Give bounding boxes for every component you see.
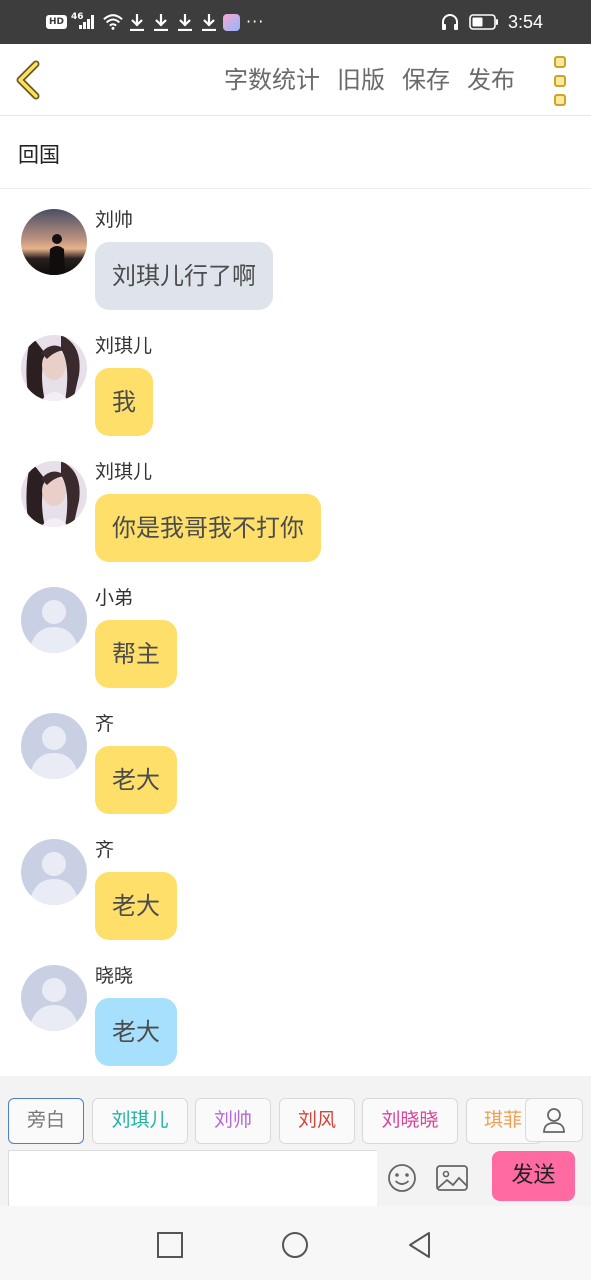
user-icon [543, 1108, 565, 1133]
app-notification-icon [223, 13, 241, 31]
default-user-icon [21, 713, 87, 779]
more-notifications-icon: ··· [246, 12, 265, 31]
system-nav-bar [0, 1206, 591, 1280]
battery-icon [468, 12, 500, 32]
composer: 发送 [0, 1148, 591, 1206]
image-icon [436, 1165, 468, 1191]
message-bubble[interactable]: 老大 [95, 746, 177, 814]
avatar[interactable] [21, 587, 87, 653]
publish-button[interactable]: 发布 [467, 60, 515, 100]
headphones-icon [440, 12, 460, 32]
more-dot-icon [554, 75, 566, 87]
image-button[interactable] [435, 1162, 469, 1194]
more-dot-icon [554, 56, 566, 68]
character-tag[interactable]: 刘晓晓 [362, 1098, 458, 1144]
message-bubble[interactable]: 刘琪儿行了啊 [95, 242, 273, 310]
sender-name: 刘帅 [95, 209, 134, 231]
character-tag-narrator[interactable]: 旁白 [8, 1098, 84, 1144]
message-bubble[interactable]: 老大 [95, 872, 177, 940]
editor-header: 字数统计 旧版 保存 发布 [0, 44, 591, 116]
avatar[interactable] [21, 335, 87, 401]
cellular-signal-icon: 46 [71, 12, 99, 32]
triangle-back-icon [409, 1232, 430, 1258]
message-bubble[interactable]: 我 [95, 368, 153, 436]
emoji-button[interactable] [386, 1162, 418, 1194]
download-icon [151, 12, 171, 32]
sender-name: 晓晓 [95, 965, 134, 987]
character-selector: 旁白 刘琪儿 刘帅 刘风 刘晓晓 琪菲 [0, 1076, 591, 1148]
chevron-left-icon [16, 60, 40, 100]
status-icons-left: HD 46 ··· [46, 10, 264, 34]
smiley-icon [388, 1164, 416, 1192]
avatar[interactable] [21, 965, 87, 1031]
old-version-button[interactable]: 旧版 [337, 60, 385, 100]
message-bubble[interactable]: 帮主 [95, 620, 177, 688]
hd-badge: HD [46, 15, 68, 29]
message-input[interactable] [8, 1150, 377, 1206]
word-count-button[interactable]: 字数统计 [224, 60, 320, 100]
more-dot-icon [554, 94, 566, 106]
avatar[interactable] [21, 461, 87, 527]
sender-name: 刘琪儿 [95, 461, 153, 483]
sender-name: 刘琪儿 [95, 335, 153, 357]
character-tag[interactable]: 刘风 [279, 1098, 355, 1144]
recents-button[interactable] [155, 1230, 185, 1260]
default-user-icon [21, 965, 87, 1031]
home-button[interactable] [280, 1230, 310, 1260]
back-nav-button[interactable] [405, 1230, 435, 1260]
sender-name: 齐 [95, 713, 115, 735]
square-icon [157, 1232, 183, 1258]
message-bubble[interactable]: 你是我哥我不打你 [95, 494, 321, 562]
header-actions: 字数统计 旧版 保存 发布 [224, 60, 515, 100]
avatar[interactable] [21, 713, 87, 779]
download-icon [175, 12, 195, 32]
story-title: 回国 [18, 143, 60, 167]
story-title-row[interactable]: 回国 [0, 117, 591, 189]
status-bar: HD 46 ··· 3:54 [0, 0, 591, 44]
default-user-icon [21, 587, 87, 653]
more-menu-button[interactable] [549, 56, 571, 106]
character-tag[interactable]: 刘琪儿 [92, 1098, 188, 1144]
save-button[interactable]: 保存 [402, 60, 450, 100]
send-button[interactable]: 发送 [492, 1151, 575, 1201]
circle-icon [282, 1232, 308, 1258]
clock: 3:54 [507, 11, 543, 32]
wifi-icon [103, 12, 123, 32]
avatar[interactable] [21, 209, 87, 275]
sender-name: 小弟 [95, 587, 134, 609]
download-icon [127, 12, 147, 32]
message-list[interactable]: 刘帅 刘琪儿行了啊 刘琪儿 我 刘琪儿 你是我哥我不打你 小弟 帮主 齐 老大 … [0, 190, 591, 1076]
character-tag[interactable]: 刘帅 [195, 1098, 271, 1144]
back-button[interactable] [12, 58, 52, 102]
avatar[interactable] [21, 839, 87, 905]
add-character-button[interactable] [525, 1098, 583, 1142]
download-icon [199, 12, 219, 32]
status-icons-right: 3:54 [440, 10, 543, 34]
sender-name: 齐 [95, 839, 115, 861]
default-user-icon [21, 839, 87, 905]
message-bubble[interactable]: 老大 [95, 998, 177, 1066]
